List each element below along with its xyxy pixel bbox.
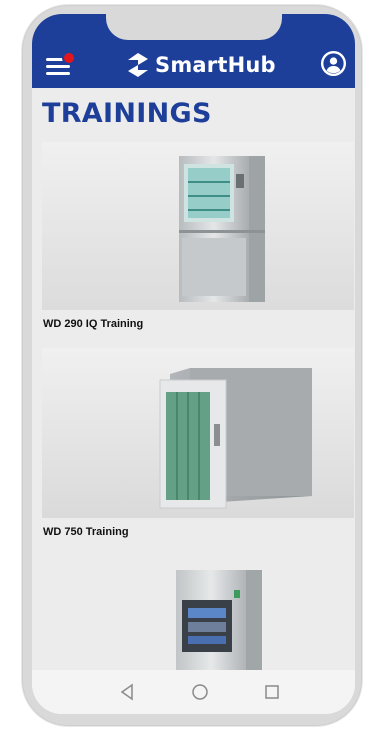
- washer-disinfector-image: [42, 348, 354, 518]
- app-logo: SmartHub: [127, 52, 276, 78]
- app-header: SmartHub: [32, 14, 355, 88]
- app-screen: SmartHub TRAININGS WD 290 IQ Training WD…: [32, 14, 355, 714]
- back-button[interactable]: [116, 680, 140, 704]
- washer-disinfector-image: [42, 142, 354, 310]
- notification-dot-icon: [62, 51, 76, 65]
- home-button[interactable]: [188, 680, 212, 704]
- page-title: TRAININGS: [42, 98, 212, 129]
- menu-button[interactable]: [46, 51, 76, 77]
- training-title[interactable]: WD 290 IQ Training: [43, 318, 143, 330]
- hamburger-menu-icon-bar: [46, 65, 70, 68]
- hamburger-menu-icon-bar: [46, 72, 70, 75]
- training-card-image[interactable]: [42, 554, 354, 670]
- camera-notch: [106, 14, 282, 40]
- training-card-image[interactable]: [42, 348, 354, 518]
- brand-name: SmartHub: [155, 53, 276, 77]
- training-card-image[interactable]: [42, 142, 354, 310]
- system-nav-bar: [32, 670, 355, 714]
- smarthub-logo-icon: [128, 53, 148, 77]
- square-recents-icon: [265, 685, 279, 699]
- circle-home-icon: [192, 684, 208, 700]
- training-title[interactable]: WD 750 Training: [43, 526, 129, 538]
- recents-button[interactable]: [260, 680, 284, 704]
- triangle-back-icon: [120, 683, 133, 701]
- washer-disinfector-image: [42, 554, 354, 670]
- profile-button[interactable]: [320, 50, 347, 77]
